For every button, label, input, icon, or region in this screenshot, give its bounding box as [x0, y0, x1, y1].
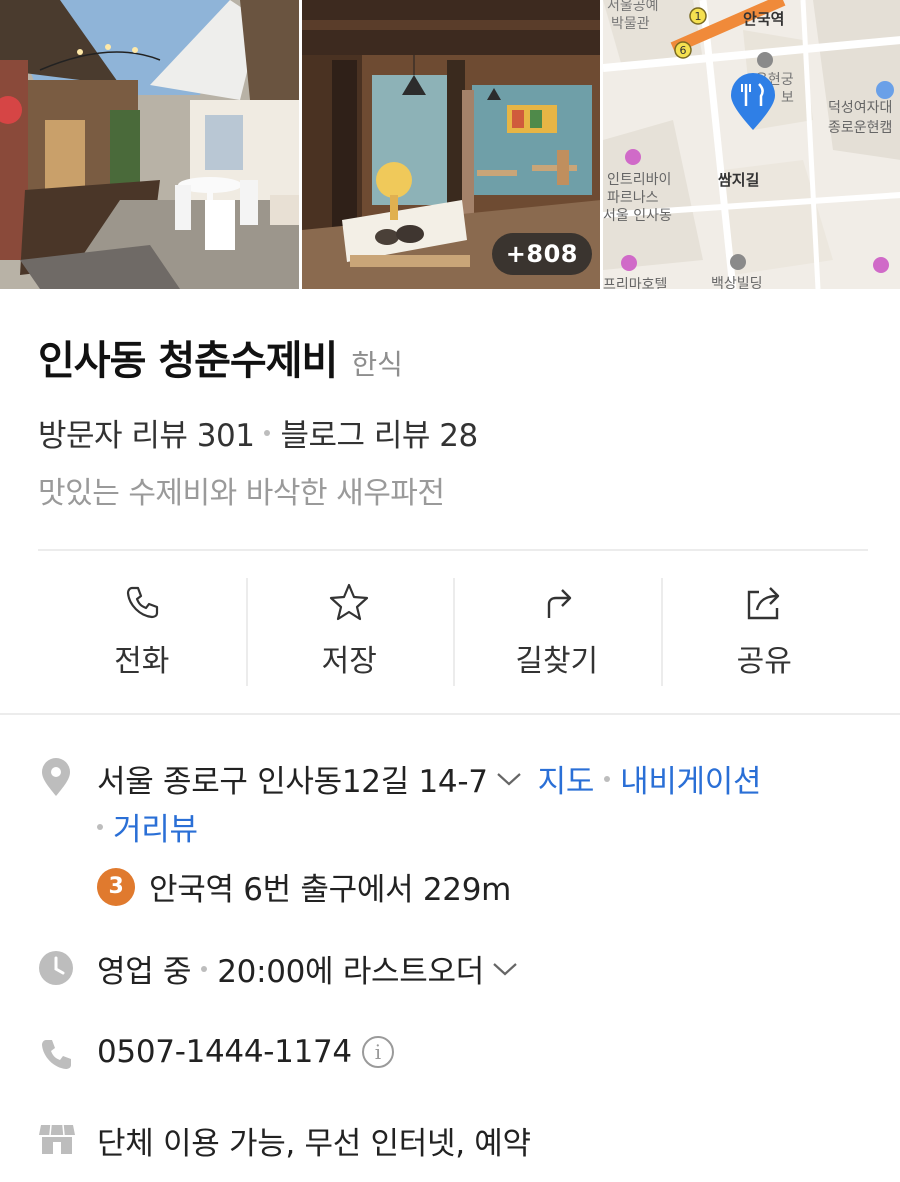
divider	[38, 549, 868, 551]
business-hours-row[interactable]: 영업 중 20:00에 라스트오더	[97, 946, 520, 991]
visitor-reviews-link[interactable]: 방문자 리뷰 301	[38, 410, 255, 455]
blog-reviews-link[interactable]: 블로그 리뷰 28	[280, 410, 478, 455]
map-label-hotel4: 프리마호텔	[603, 277, 667, 289]
review-summary: 방문자 리뷰 301 블로그 리뷰 28	[38, 410, 478, 455]
separator-dot	[264, 429, 271, 436]
open-status: 영업 중	[97, 954, 192, 990]
streetview-link[interactable]: 거리뷰	[113, 804, 198, 849]
map-label-palace2: 보	[781, 90, 794, 106]
share-label: 공유	[736, 644, 792, 679]
map-link[interactable]: 지도	[538, 756, 595, 801]
place-name: 인사동 청춘수제비	[38, 338, 338, 384]
share-icon	[748, 587, 780, 620]
amenities-text: 단체 이용 가능, 무선 인터넷, 예약	[97, 1126, 531, 1162]
map-thumbnail[interactable]: 1 6 서울공예 박물관 안국역 운현궁 보 덕성여자대 종로운현캠 쌈지길 인…	[603, 0, 900, 289]
place-description: 맛있는 수제비와 바삭한 새우파전	[38, 476, 445, 511]
photo-courtyard[interactable]	[0, 0, 299, 289]
last-order-text: 20:00에 라스트오더	[217, 954, 484, 990]
map-label-station: 안국역	[743, 10, 784, 28]
subway-line-badge: 3	[97, 867, 135, 906]
subway-text: 안국역 6번 출구에서 229m	[149, 872, 512, 908]
address-text: 서울 종로구 인사동12길 14-7	[97, 764, 488, 800]
map-exit-6: 6	[680, 44, 687, 57]
address-row-2: 거리뷰	[97, 804, 198, 849]
subway-info: 3 안국역 6번 출구에서 229m	[97, 864, 511, 909]
phone-icon	[126, 586, 158, 619]
call-label: 전화	[114, 644, 170, 679]
map-label-hotel1: 인트리바이	[607, 172, 671, 188]
directions-button[interactable]: 길찾기	[453, 578, 661, 686]
save-button[interactable]: 저장	[245, 578, 454, 686]
directions-icon	[547, 589, 571, 618]
address-row: 서울 종로구 인사동12길 14-7 지도 내비게이션	[97, 756, 762, 801]
store-icon	[39, 1124, 75, 1154]
chevron-down-icon[interactable]	[490, 959, 520, 979]
map-label-hotel2: 파르나스	[607, 190, 659, 206]
photo-strip: +808 1 6 서울공예 박물관 안국역 운현궁 보 덕성여자대 종로운현캠 …	[0, 0, 900, 289]
map-label-building: 백상빌딩	[711, 276, 763, 289]
call-button[interactable]: 전화	[38, 578, 246, 686]
navigation-link[interactable]: 내비게이션	[620, 756, 761, 801]
separator-dot	[201, 965, 208, 972]
map-exit-1: 1	[695, 10, 702, 23]
photo-interior[interactable]: +808	[302, 0, 600, 289]
info-icon[interactable]: i	[361, 1036, 394, 1068]
map-label-hotel3: 서울 인사동	[603, 208, 672, 224]
chevron-down-icon[interactable]	[494, 769, 524, 789]
star-icon	[330, 583, 369, 621]
clock-icon	[39, 951, 73, 985]
map-label-ssamziegil: 쌈지길	[718, 171, 759, 189]
phone-number[interactable]: 0507-1444-1174	[97, 1034, 352, 1070]
divider	[0, 713, 900, 715]
map-label-craft: 서울공예	[607, 0, 659, 14]
photo-count-badge[interactable]: +808	[491, 233, 592, 275]
place-category: 한식	[351, 348, 403, 381]
action-bar: 전화 저장 길찾기 공유	[38, 578, 868, 686]
place-header: 인사동 청춘수제비 한식	[38, 328, 403, 386]
map-label-museum: 박물관	[611, 16, 650, 32]
save-label: 저장	[321, 644, 377, 679]
location-pin-icon	[42, 758, 70, 796]
map-label-school: 덕성여자대	[828, 100, 892, 116]
phone-row: 0507-1444-1174 i	[97, 1034, 394, 1070]
share-button[interactable]: 공유	[660, 578, 869, 686]
directions-label: 길찾기	[515, 644, 599, 679]
separator-dot	[604, 775, 611, 782]
separator-dot	[97, 823, 103, 830]
phone-icon	[42, 1040, 71, 1069]
map-label-school2: 종로운현캠	[828, 120, 892, 136]
